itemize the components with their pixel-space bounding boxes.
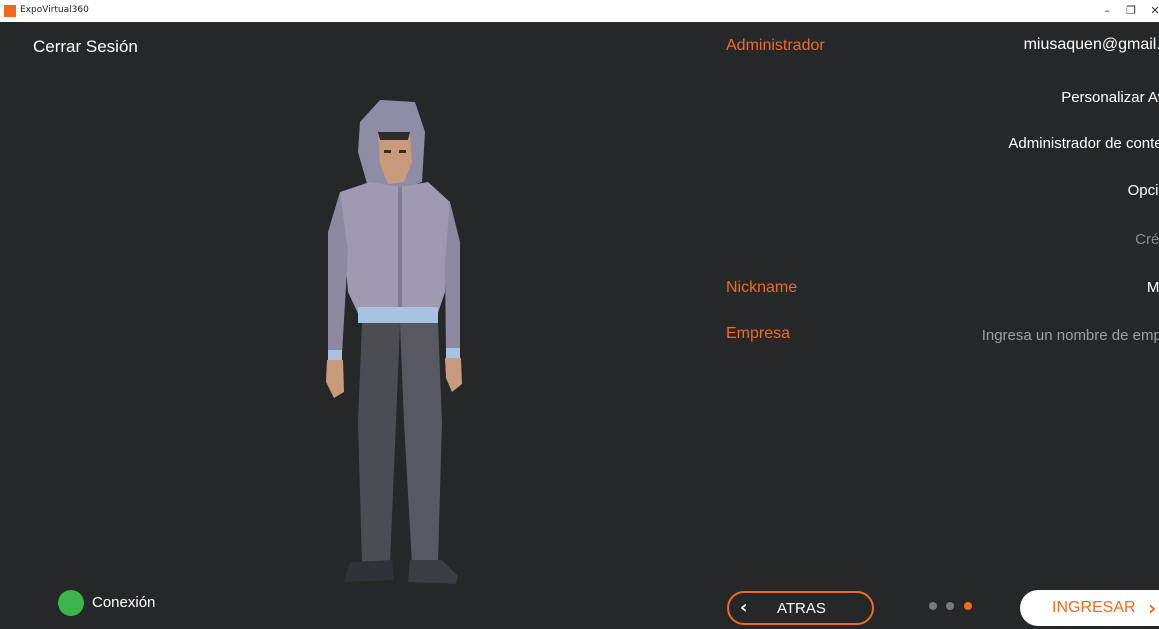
menu-item-administrador-contenido[interactable]: Administrador de contenido [1008,135,1159,152]
close-button[interactable]: ✕ [1145,1,1159,21]
back-button-label: ATRAS [777,600,826,617]
page-dot-3-active [964,602,972,610]
logout-link[interactable]: Cerrar Sesión [33,37,138,57]
app-canvas: Cerrar Sesión Conexión Administrador miu… [0,22,1159,629]
menu-item-opciones[interactable]: Opciones [1128,182,1159,199]
chevron-left-icon: ‹ [740,597,748,618]
menu-item-personalizar-avatar[interactable]: Personalizar Avatar [1061,89,1159,106]
user-email: miusaquen@gmail.com [1023,36,1159,53]
window-title: ExpoVirtual360 [20,5,89,15]
company-input[interactable]: Ingresa un nombre de empresa [982,327,1159,344]
window-titlebar: ExpoVirtual360 – ❐ ✕ [0,0,1159,22]
avatar-model [326,100,462,584]
role-label: Administrador [726,37,825,54]
nickname-field[interactable]: Miguel [1147,279,1159,296]
company-label: Empresa [726,325,791,342]
chevron-right-icon: › [1148,596,1157,620]
page-dot-2 [946,602,954,610]
minimize-button[interactable]: – [1097,1,1117,21]
ingresar-button[interactable]: INGRESAR › [1020,590,1159,626]
connection-status-icon [58,590,84,616]
app-logo-icon [4,5,16,17]
nickname-label: Nickname [726,279,798,296]
menu-item-creditos[interactable]: Créditos [1135,231,1159,248]
page-dot-1 [929,602,937,610]
connection-label: Conexión [92,594,156,611]
ingresar-button-label: INGRESAR [1052,599,1136,616]
back-button[interactable]: ‹ ATRAS [727,591,874,625]
restore-button[interactable]: ❐ [1121,1,1141,21]
